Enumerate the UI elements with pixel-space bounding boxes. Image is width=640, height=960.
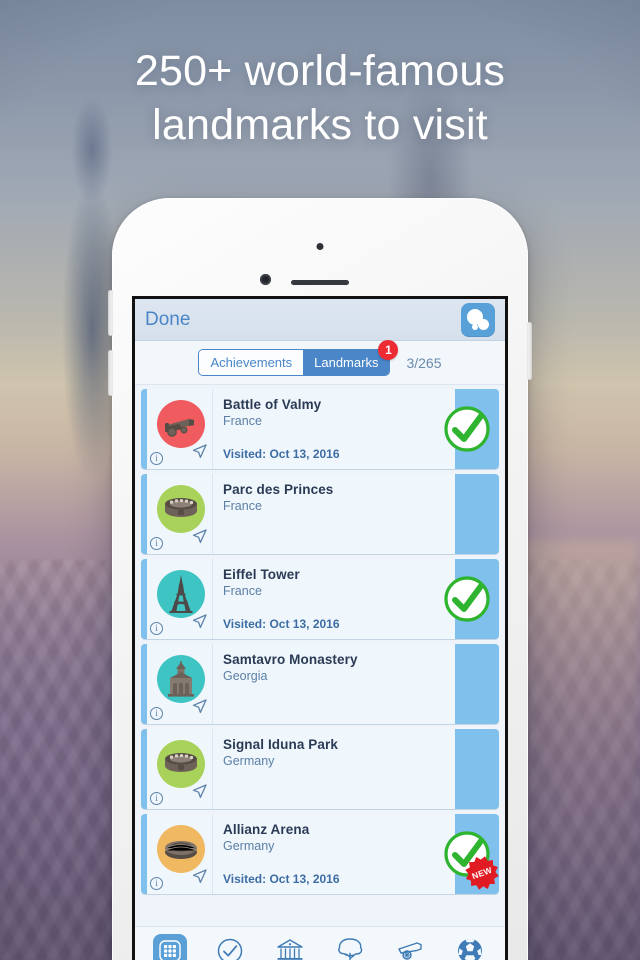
info-icon[interactable]: i <box>150 707 163 720</box>
arena-icon <box>157 825 205 873</box>
bubble-small-icon <box>472 323 478 330</box>
proximity-sensor-icon <box>316 243 324 250</box>
landmark-country: France <box>223 584 262 598</box>
front-camera-icon <box>260 274 271 285</box>
tree-icon <box>322 934 378 960</box>
directions-arrow-icon[interactable] <box>192 614 207 634</box>
stadium-icon <box>157 485 205 533</box>
tab-landmarks[interactable]: Landmarks <box>303 350 390 375</box>
tab-nature[interactable]: Nature <box>322 934 378 960</box>
grid-icon <box>153 934 187 960</box>
museum-icon <box>262 934 318 960</box>
promo-headline-line1: 250+ world-famous <box>134 47 506 95</box>
tab-battles[interactable]: Battles <box>382 934 438 960</box>
row-text-cell: Battle of Valmy France Visited: Oct 13, … <box>213 389 455 469</box>
bubbles-icon-button[interactable] <box>461 302 495 337</box>
row-status-cell[interactable] <box>444 389 499 469</box>
power-button[interactable] <box>527 322 532 380</box>
landmark-title: Eiffel Tower <box>223 567 300 582</box>
soccer-ball-icon <box>442 934 498 960</box>
info-icon[interactable]: i <box>150 877 163 890</box>
visited-check-icon <box>441 403 493 455</box>
landmarks-count: 3/265 <box>406 354 442 371</box>
landmark-row[interactable]: i Eiffel Tower France Visited: Oct 13, 2… <box>141 559 499 639</box>
directions-arrow-icon[interactable] <box>192 869 207 889</box>
eiffel-tower-icon <box>157 570 205 618</box>
directions-arrow-icon[interactable] <box>192 529 207 549</box>
landmark-title: Battle of Valmy <box>223 397 322 412</box>
landmark-country: Germany <box>223 754 275 768</box>
landmarks-badge: 1 <box>378 340 399 360</box>
tab-architect[interactable]: Architect. <box>262 934 318 960</box>
row-text-cell: Samtavro Monastery Georgia <box>213 644 455 724</box>
segmented-control[interactable]: Achievements Landmarks 1 <box>198 340 399 376</box>
cannon-icon <box>382 934 438 960</box>
landmark-country: Germany <box>223 839 275 853</box>
directions-arrow-icon[interactable] <box>192 699 207 719</box>
landmark-title: Samtavro Monastery <box>223 652 358 667</box>
info-icon[interactable]: i <box>150 537 163 550</box>
row-icon-cell: i <box>147 644 213 724</box>
tab-all[interactable]: All <box>142 934 198 960</box>
row-icon-cell: i <box>147 474 213 554</box>
landmark-row[interactable]: i Signal Iduna Park Germany <box>141 729 499 809</box>
monastery-icon <box>157 655 205 703</box>
bottom-tab-bar[interactable]: All Visited Architect. Nature <box>135 926 505 960</box>
row-status-cell[interactable] <box>455 729 499 809</box>
landmark-title: Allianz Arena <box>223 822 310 837</box>
info-icon[interactable]: i <box>150 792 163 805</box>
visited-check-icon <box>441 573 493 625</box>
check-circle-icon <box>202 934 258 960</box>
phone-mockup: Done Achievements Landmarks 1 3/265 i Ba… <box>108 198 532 960</box>
volume-up-button[interactable] <box>108 290 113 336</box>
tab-visited[interactable]: Visited <box>202 934 258 960</box>
row-text-cell: Allianz Arena Germany Visited: Oct 13, 2… <box>213 814 455 894</box>
landmarks-list[interactable]: i Battle of Valmy France Visited: Oct 13… <box>135 385 505 894</box>
cannon-icon <box>157 400 205 448</box>
row-status-cell[interactable] <box>444 559 499 639</box>
landmark-country: France <box>223 499 262 513</box>
done-button[interactable]: Done <box>145 309 190 331</box>
info-icon[interactable]: i <box>150 452 163 465</box>
landmark-row[interactable]: i Samtavro Monastery Georgia <box>141 644 499 724</box>
phone-screen: Done Achievements Landmarks 1 3/265 i Ba… <box>132 296 508 960</box>
row-status-cell[interactable] <box>455 474 499 554</box>
row-text-cell: Signal Iduna Park Germany <box>213 729 455 809</box>
row-text-cell: Eiffel Tower France Visited: Oct 13, 201… <box>213 559 455 639</box>
landmark-visited-date: Visited: Oct 13, 2016 <box>223 447 340 461</box>
directions-arrow-icon[interactable] <box>192 444 207 464</box>
landmark-row[interactable]: i Battle of Valmy France Visited: Oct 13… <box>141 389 499 469</box>
landmark-row[interactable]: i Parc des Princes France <box>141 474 499 554</box>
landmark-country: Georgia <box>223 669 268 683</box>
landmark-visited-date: Visited: Oct 13, 2016 <box>223 617 340 631</box>
navigation-bar: Done <box>135 299 505 341</box>
stadium-icon <box>157 740 205 788</box>
tab-achievements[interactable]: Achievements <box>199 350 304 375</box>
promo-headline: 250+ world-famous landmarks to visit <box>0 44 640 152</box>
directions-arrow-icon[interactable] <box>192 784 207 804</box>
row-text-cell: Parc des Princes France <box>213 474 455 554</box>
promo-headline-line2: landmarks to visit <box>152 101 488 149</box>
tab-sport[interactable]: Sport <box>442 934 498 960</box>
row-icon-cell: i <box>147 559 213 639</box>
row-icon-cell: i <box>147 389 213 469</box>
earpiece-speaker <box>291 280 349 285</box>
landmark-visited-date: Visited: Oct 13, 2016 <box>223 872 340 886</box>
volume-down-button[interactable] <box>108 350 113 396</box>
landmark-row[interactable]: i Allianz Arena Germany Visited: Oct 13,… <box>141 814 499 894</box>
row-icon-cell: i <box>147 814 213 894</box>
landmark-title: Signal Iduna Park <box>223 737 338 752</box>
landmark-title: Parc des Princes <box>223 482 334 497</box>
row-status-cell[interactable]: NEW <box>444 814 499 894</box>
row-status-cell[interactable] <box>455 644 499 724</box>
info-icon[interactable]: i <box>150 622 163 635</box>
landmark-country: France <box>223 414 262 428</box>
row-icon-cell: i <box>147 729 213 809</box>
segmented-control-row: Achievements Landmarks 1 3/265 <box>135 340 505 385</box>
bubble-medium-icon <box>478 318 489 330</box>
